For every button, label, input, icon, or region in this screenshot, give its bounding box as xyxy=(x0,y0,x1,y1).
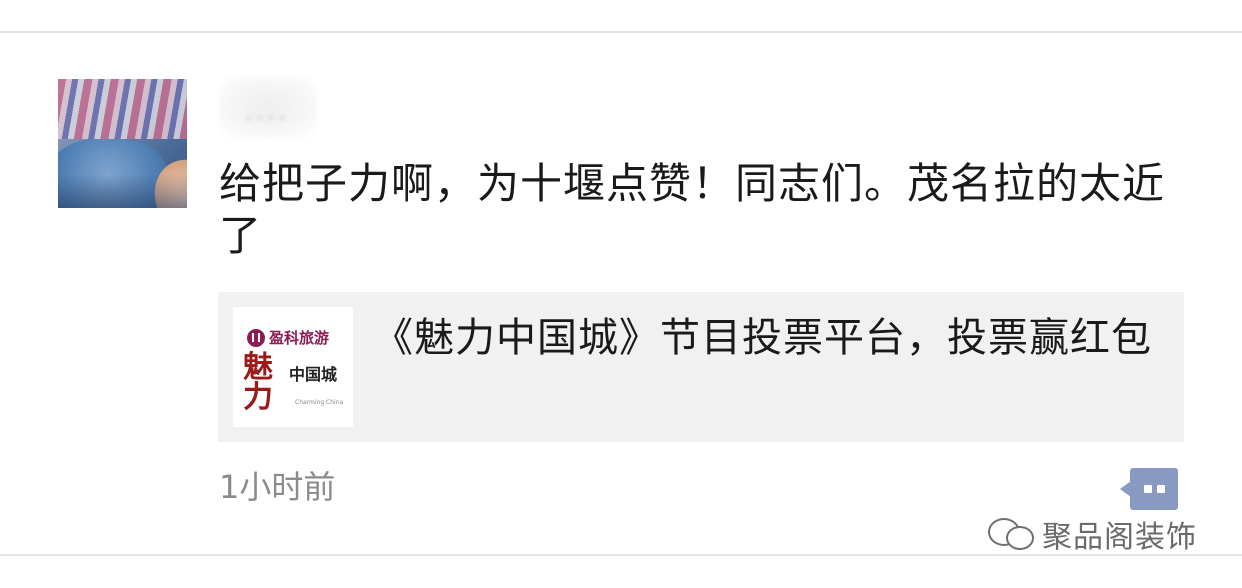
link-title: 《魅力中国城》节目投票平台，投票赢红包 xyxy=(373,315,1152,361)
moments-post: 给把子力啊，为十堰点赞！同志们。茂名拉的太近了 盈科旅游 魅力 中国城 Char… xyxy=(0,0,1242,588)
thumb-big-text: 魅力 xyxy=(243,350,273,415)
thumb-sub-text: Charming China xyxy=(295,399,344,406)
post-text: 给把子力啊，为十堰点赞！同志们。茂名拉的太近了 xyxy=(219,159,1166,260)
link-thumbnail: 盈科旅游 魅力 中国城 Charming China xyxy=(233,307,353,427)
wechat-icon xyxy=(988,516,1034,552)
thumb-brand: 盈科旅游 xyxy=(269,329,330,347)
comment-button[interactable] xyxy=(1120,468,1178,510)
post-timestamp: 1小时前 xyxy=(219,468,336,506)
watermark: 聚品阁装饰 xyxy=(988,512,1197,556)
avatar[interactable] xyxy=(58,79,187,208)
username-blurred[interactable] xyxy=(218,76,318,138)
top-divider xyxy=(0,31,1242,33)
brand-logo-icon xyxy=(247,328,265,347)
watermark-text: 聚品阁装饰 xyxy=(1042,520,1197,555)
shared-link-card[interactable]: 盈科旅游 魅力 中国城 Charming China 《魅力中国城》节目投票平台… xyxy=(218,292,1184,442)
thumb-small-text: 中国城 xyxy=(289,365,338,384)
